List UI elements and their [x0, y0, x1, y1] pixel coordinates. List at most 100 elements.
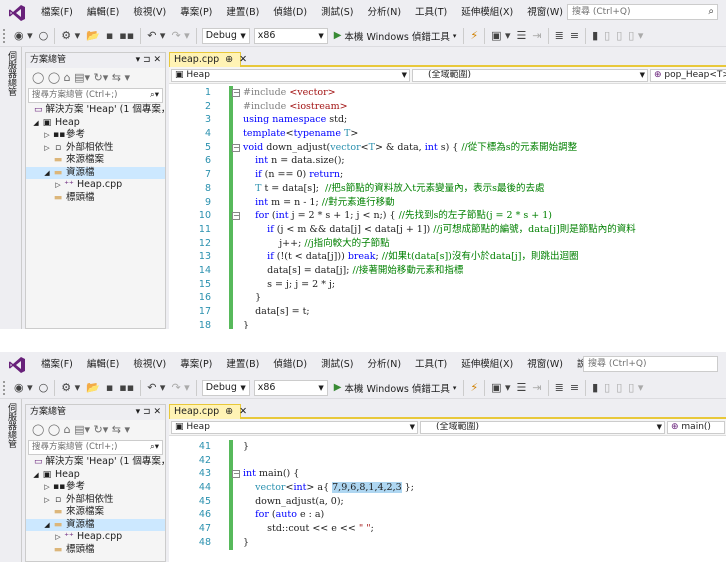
menu-item[interactable]: 工具(T) — [408, 0, 454, 25]
tree-item[interactable]: ▭解決方案 'Heap' (1 個專案，共 — [26, 104, 165, 117]
config-select[interactable]: Debug ▼ — [201, 379, 250, 396]
tree-item[interactable]: ▷ ▪▪ 參考 — [26, 481, 165, 494]
solution-search-input[interactable]: 搜尋方案總管 (Ctrl+;) ⌕▾ — [28, 88, 163, 103]
switch-views-icon[interactable]: ▤▾ — [74, 423, 90, 436]
back-icon[interactable]: ◉ ▾ — [11, 377, 36, 399]
save-all-icon[interactable]: ▪▪ — [116, 377, 137, 399]
fold-toggle-icon[interactable]: − — [232, 143, 240, 152]
expanded-icon[interactable]: ◢ — [43, 519, 51, 532]
tree-item[interactable]: ◢ ▬ 資源檔 — [26, 518, 165, 532]
more-icon[interactable]: ▾ — [125, 71, 131, 84]
code-line[interactable]: 7 if (n == 0) return; — [169, 168, 726, 182]
save-icon[interactable]: ▪ — [103, 25, 116, 47]
menu-item[interactable]: 檔案(F) — [34, 0, 80, 25]
solution-search-input[interactable]: 搜尋方案總管 (Ctrl+;) ⌕▾ — [28, 440, 163, 455]
code-line[interactable]: 41} — [169, 440, 726, 454]
collapsed-icon[interactable]: ▷ — [43, 129, 51, 142]
tree-item[interactable]: ▷ ▫ 外部相依性 — [26, 142, 165, 155]
pin-icon[interactable]: ⊕ — [225, 53, 233, 67]
menu-item[interactable]: 專案(P) — [173, 352, 219, 377]
code-line[interactable]: 10 − for (int j = 2 * s + 1; j < n;) { //… — [169, 209, 726, 223]
code-editor[interactable]: Heap.cpp ⊕ ✕ ▣ Heap ▼ (全域範圍) ▼ ⊕ main() … — [169, 404, 726, 562]
code-line[interactable]: 3 using namespace std; — [169, 113, 726, 127]
tree-item[interactable]: ▷ ▫ 外部相依性 — [26, 494, 165, 507]
open-file-icon[interactable]: 📂 — [83, 377, 103, 399]
redo-icon[interactable]: ↷ ▾ — [168, 25, 192, 47]
forward-icon[interactable]: ◯ — [48, 71, 60, 84]
menu-item[interactable]: 測試(S) — [314, 0, 360, 25]
server-explorer-strip[interactable]: 伺服器總管 — [0, 399, 22, 562]
clear-bookmarks-icon[interactable]: ▯ ▾ — [625, 377, 646, 399]
menu-item[interactable]: 檢視(V) — [126, 352, 173, 377]
menu-item[interactable]: 延伸模組(X) — [454, 0, 520, 25]
sync-icon[interactable]: ⇆ — [112, 71, 121, 84]
indent-icon[interactable]: ⇥ — [529, 377, 544, 399]
code-line[interactable]: 18} — [169, 319, 726, 329]
new-project-icon[interactable]: ⚙ ▾ — [58, 25, 83, 47]
hot-reload-icon[interactable]: ⚡ — [467, 25, 481, 47]
pin-icon[interactable]: ⊕ — [225, 405, 233, 419]
expanded-icon[interactable]: ◢ — [43, 167, 51, 180]
visual-studio-logo-icon[interactable] — [0, 0, 34, 25]
platform-select[interactable]: x86 ▼ — [253, 27, 328, 44]
next-bookmark-icon[interactable]: ▯ — [613, 25, 625, 47]
menu-item[interactable]: 偵錯(D) — [266, 0, 314, 25]
expanded-icon[interactable]: ◢ — [32, 469, 40, 482]
menu-item[interactable]: 分析(N) — [361, 0, 409, 25]
quick-launch-input[interactable]: 搜尋 (Ctrl+Q) ⌕ — [567, 4, 718, 20]
member-dropdown[interactable]: ⊕ main() — [667, 421, 725, 434]
menu-item[interactable]: 建置(B) — [219, 352, 266, 377]
menu-item[interactable]: 編輯(E) — [80, 0, 126, 25]
menu-item[interactable]: 偵錯(D) — [266, 352, 314, 377]
tree-item[interactable]: ▷ ⁺⁺ Heap.cpp — [26, 179, 165, 192]
code-line[interactable]: 47 std::cout << e << " "; — [169, 522, 726, 536]
tree-item[interactable]: ◢ ▣ Heap — [26, 469, 165, 482]
menu-item[interactable]: 建置(B) — [219, 0, 266, 25]
code-line[interactable]: 4 template<typename T> — [169, 127, 726, 141]
save-all-icon[interactable]: ▪▪ — [116, 25, 137, 47]
menu-item[interactable]: 分析(N) — [361, 352, 409, 377]
code-line[interactable]: 42 — [169, 454, 726, 468]
tab-heap-cpp[interactable]: Heap.cpp ⊕ ✕ — [169, 52, 247, 67]
menu-item[interactable]: 工具(T) — [408, 352, 454, 377]
panel-controls[interactable]: ▾ ⊐ ✕ — [136, 53, 161, 68]
visual-studio-logo-icon[interactable] — [0, 352, 34, 377]
redo-icon[interactable]: ↷ ▾ — [168, 377, 192, 399]
collapsed-icon[interactable]: ▷ — [43, 142, 51, 155]
more-icon[interactable]: ▾ — [125, 423, 131, 436]
code-line[interactable]: 43 − int main() { — [169, 467, 726, 481]
indent-icon[interactable]: ⇥ — [529, 25, 544, 47]
collapsed-icon[interactable]: ▷ — [54, 531, 62, 544]
tab-heap-cpp[interactable]: Heap.cpp ⊕ ✕ — [169, 404, 247, 419]
code-area[interactable]: 1− #include <vector> 2 #include <iostream> 3… — [169, 86, 726, 329]
run-debugger-button[interactable]: ▶ 本機 Windows 偵錯工具 ▾ — [330, 29, 461, 43]
code-line[interactable]: 45 down_adjust(a, 0); — [169, 495, 726, 509]
forward-icon[interactable]: ◯ — [48, 423, 60, 436]
tree-item[interactable]: ▬ 來源檔案 — [26, 506, 165, 519]
back-icon[interactable]: ◯ — [32, 423, 44, 436]
screenshot-icon[interactable]: ▣ ▾ — [488, 25, 513, 47]
code-editor[interactable]: Heap.cpp ⊕ ✕ ▣ Heap ▼ (全域範圍) ▼ ⊕ pop_Hea… — [169, 52, 726, 329]
code-area[interactable]: 41} 42 43− int main() {44 vector<int> a{ 7,… — [169, 440, 726, 550]
home-icon[interactable]: ⌂ — [64, 423, 71, 436]
menu-item[interactable]: 檔案(F) — [34, 352, 80, 377]
uncomment-icon[interactable]: ≡ — [567, 377, 582, 399]
code-line[interactable]: 17 data[s] = t; — [169, 305, 726, 319]
menu-item[interactable]: 延伸模組(X) — [454, 352, 520, 377]
tree-item[interactable]: ▬ 標頭檔 — [26, 192, 165, 205]
fold-toggle-icon[interactable]: − — [232, 89, 240, 97]
save-icon[interactable]: ▪ — [103, 377, 116, 399]
uncomment-icon[interactable]: ≡ — [567, 25, 582, 47]
fold-toggle-icon[interactable]: − — [232, 470, 240, 479]
hot-reload-icon[interactable]: ⚡ — [467, 377, 481, 399]
prev-bookmark-icon[interactable]: ▯ — [601, 377, 613, 399]
code-line[interactable]: 12 j++; //j指向較大的子節點 — [169, 237, 726, 251]
comment-icon[interactable]: ≣ — [552, 25, 567, 47]
collapsed-icon[interactable]: ▷ — [54, 179, 62, 192]
server-explorer-strip[interactable]: 伺服器總管 — [0, 47, 22, 329]
menu-item[interactable]: 視窗(W) — [520, 352, 570, 377]
expanded-icon[interactable]: ◢ — [32, 117, 40, 130]
back-icon[interactable]: ◉ ▾ — [11, 25, 36, 47]
sync-icon[interactable]: ⇆ — [112, 423, 121, 436]
member-dropdown[interactable]: ⊕ pop_Heap<T> — [650, 69, 726, 82]
